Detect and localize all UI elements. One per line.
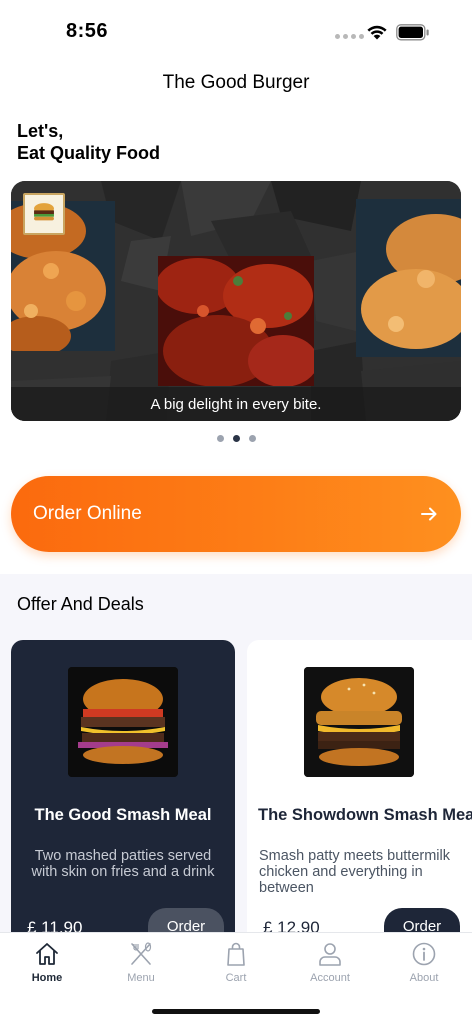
utensils-icon [131, 942, 152, 965]
pagination-dot[interactable] [248, 435, 256, 442]
tab-label: About [409, 972, 439, 984]
offer-description-text: Smash patty meets buttermilk chicken and… [259, 848, 450, 896]
order-online-label: Order Online [33, 503, 142, 524]
info-icon [412, 942, 436, 966]
status-time: 8:56 [66, 20, 109, 42]
offer-card[interactable]: The Good Smash Meal Two mashed patties s… [11, 640, 235, 950]
user-icon [319, 943, 341, 966]
carousel-pagination[interactable] [0, 435, 472, 442]
offer-title: The Good Smash Meal [34, 806, 212, 824]
greeting-text: Let's, Eat Quality Food [17, 120, 160, 164]
signal-icon [335, 34, 364, 39]
offer-description: Smash patty meets buttermilk chicken and… [259, 848, 464, 896]
home-indicator [152, 1009, 320, 1014]
status-bar: 8:56 [0, 0, 472, 60]
tab-menu[interactable]: Menu [94, 941, 188, 995]
greeting-line-2: Eat Quality Food [17, 143, 161, 163]
home-icon [36, 943, 58, 965]
tab-about[interactable]: About [377, 941, 471, 995]
pagination-dot-active[interactable] [232, 435, 240, 442]
offer-card[interactable]: The Showdown Smash Meal Smash patty meet… [247, 640, 472, 950]
order-online-button[interactable]: Order Online [11, 476, 461, 552]
arrow-right-icon [421, 507, 437, 521]
tab-cart[interactable]: Cart [189, 941, 283, 995]
tab-label: Cart [225, 972, 247, 984]
pagination-dot[interactable] [216, 435, 224, 442]
offers-title: Offer And Deals [17, 594, 144, 614]
tab-home[interactable]: Home [0, 941, 94, 995]
battery-icon [396, 24, 429, 41]
greeting-line-1: Let's, [17, 121, 64, 141]
tab-label: Home [31, 972, 63, 984]
shopping-bag-icon [227, 942, 245, 966]
wifi-icon [367, 25, 387, 40]
home-screen: 8:56 The Good Burger Let's, Eat Quality … [0, 0, 472, 1024]
glazed-wings-photo [158, 256, 314, 386]
tab-label: Menu [127, 972, 155, 984]
carousel-caption: A big delight in every bite. [150, 396, 322, 413]
good-burger-logo [23, 193, 65, 235]
page-title: The Good Burger [162, 72, 310, 93]
smash-burger-photo [68, 667, 178, 777]
offer-description: Two mashed patties served with skin on f… [31, 848, 215, 880]
fried-chicken-photo-right [356, 199, 461, 357]
offer-title: The Showdown Smash Meal [258, 806, 472, 824]
tab-account[interactable]: Account [283, 941, 377, 995]
showdown-burger-photo [304, 667, 414, 777]
promo-carousel[interactable]: A big delight in every bite. [11, 181, 461, 421]
tab-label: Account [310, 972, 350, 984]
